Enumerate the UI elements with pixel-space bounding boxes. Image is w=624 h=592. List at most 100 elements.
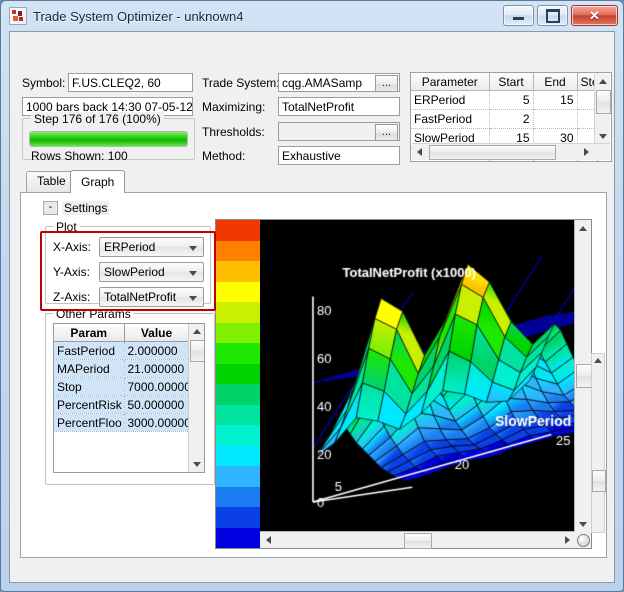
cell-param[interactable]: PercentFloo — [54, 414, 124, 432]
thresholds-label: Thresholds: — [202, 125, 265, 139]
chevron-up-icon — [193, 329, 201, 334]
chart-canvas-wrap[interactable] — [260, 220, 591, 548]
other-params-vscrollbar[interactable] — [188, 324, 204, 472]
maximizing-input[interactable]: TotalNetProfit — [278, 97, 400, 116]
graph-scroll-down-button[interactable] — [575, 516, 591, 532]
legend-band-4 — [216, 302, 260, 323]
param-scroll-up-button[interactable] — [595, 74, 610, 89]
legend-band-0 — [216, 220, 260, 241]
symbol-label: Symbol: — [22, 76, 65, 90]
surface-plot-canvas[interactable] — [260, 220, 591, 548]
cell-param[interactable]: FastPeriod — [54, 342, 124, 360]
cell-start[interactable]: 2 — [489, 110, 533, 129]
cell-param[interactable]: Stop — [54, 378, 124, 396]
parameter-grid-hscrollbar[interactable] — [412, 143, 610, 160]
other-params-table-wrap[interactable]: Param Value FastPeriod 2.000000 MAPeriod — [53, 323, 205, 473]
param-scroll-left-button[interactable] — [412, 144, 427, 160]
x-axis-select[interactable]: ERPeriod — [99, 237, 204, 257]
method-input[interactable]: Exhaustive — [278, 146, 400, 165]
panel-vscrollbar[interactable] — [591, 353, 605, 533]
cell-value[interactable]: 50.000000 — [124, 396, 189, 414]
y-axis-select[interactable]: SlowPeriod — [99, 262, 204, 282]
plot-group: Plot X-Axis: ERPeriod Y-Axis: SlowPeriod — [45, 226, 211, 304]
param-scroll-right-button[interactable] — [579, 144, 594, 160]
other-scroll-down-button[interactable] — [189, 457, 204, 472]
cell-value[interactable]: 7000.00000 — [124, 378, 189, 396]
other-vscroll-thumb[interactable] — [190, 340, 205, 362]
x-axis-value: ERPeriod — [104, 240, 155, 254]
table-row: FastPeriod 2.000000 — [54, 342, 189, 360]
progress-bar — [29, 131, 188, 147]
chevron-down-icon — [599, 134, 607, 139]
tab-graph[interactable]: Graph — [70, 170, 125, 193]
settings-label: Settings — [62, 201, 109, 215]
symbol-input[interactable]: F.US.CLEQ2, 60 — [68, 73, 193, 92]
cell-value[interactable]: 3000.00000 — [124, 414, 189, 432]
trade-system-browse-button[interactable]: ... — [375, 75, 398, 92]
col-start[interactable]: Start — [489, 73, 533, 91]
param-vscroll-thumb[interactable] — [596, 90, 611, 114]
cell-start[interactable]: 5 — [489, 91, 533, 110]
progress-group: Step 176 of 176 (100%) Rows Shown: 100 — [22, 118, 195, 160]
cell-parameter[interactable]: FastPeriod — [411, 110, 489, 129]
y-axis-label: Y-Axis: — [53, 265, 99, 279]
trade-system-label: Trade System: — [202, 76, 280, 90]
z-axis-select[interactable]: TotalNetProfit — [99, 287, 204, 307]
chart-options-icon[interactable] — [577, 534, 590, 547]
settings-collapse-toggle[interactable]: - — [43, 201, 58, 215]
minimize-button[interactable] — [503, 5, 534, 26]
graph-scroll-left-button[interactable] — [260, 532, 276, 548]
thresholds-browse-button[interactable]: ... — [375, 124, 398, 141]
graph-hscrollbar[interactable] — [260, 531, 575, 548]
other-params-table: Param Value FastPeriod 2.000000 MAPeriod — [54, 324, 190, 432]
cell-end[interactable] — [533, 110, 577, 129]
other-params-header-row: Param Value — [54, 324, 189, 342]
graph-tab-panel: - Settings Plot X-Axis: ERPeriod Y-Axis:… — [20, 192, 607, 558]
legend-band-12 — [216, 466, 260, 487]
legend-band-10 — [216, 425, 260, 446]
graph-hscroll-thumb[interactable] — [404, 533, 432, 549]
chevron-left-icon — [417, 148, 422, 156]
legend-band-14 — [216, 507, 260, 528]
cell-parameter[interactable]: ERPeriod — [411, 91, 489, 110]
graph-vscroll-thumb[interactable] — [576, 364, 592, 388]
thresholds-input[interactable]: ... — [278, 122, 400, 141]
legend-band-15 — [216, 528, 260, 549]
legend-band-5 — [216, 323, 260, 344]
legend-band-6 — [216, 343, 260, 364]
chevron-left-icon — [266, 536, 271, 544]
z-axis-row: Z-Axis: TotalNetProfit — [53, 287, 204, 307]
cell-param[interactable]: PercentRisk — [54, 396, 124, 414]
x-axis-row: X-Axis: ERPeriod — [53, 237, 204, 257]
close-button[interactable]: ✕ — [571, 5, 618, 26]
graph-vscrollbar[interactable] — [574, 220, 591, 532]
maximize-button[interactable] — [537, 5, 568, 26]
legend-band-7 — [216, 364, 260, 385]
parameter-table-header-row: Parameter Start End Ste — [411, 73, 597, 91]
graph-scroll-up-button[interactable] — [575, 220, 591, 236]
col-param: Param — [54, 324, 124, 342]
cell-end[interactable]: 15 — [533, 91, 577, 110]
panel-scroll-up-button[interactable] — [592, 354, 604, 367]
client-area: Symbol: F.US.CLEQ2, 60 1000 bars back 14… — [9, 31, 615, 583]
cell-param[interactable]: MAPeriod — [54, 360, 124, 378]
cell-value[interactable]: 2.000000 — [124, 342, 189, 360]
param-hscroll-thumb[interactable] — [429, 145, 556, 160]
cell-value[interactable]: 21.000000 — [124, 360, 189, 378]
y-axis-row: Y-Axis: SlowPeriod — [53, 262, 204, 282]
col-parameter[interactable]: Parameter — [411, 73, 489, 91]
parameter-grid[interactable]: Parameter Start End Ste ERPeriod 5 15 — [410, 72, 612, 162]
other-scroll-up-button[interactable] — [189, 324, 204, 339]
parameter-grid-vscrollbar[interactable] — [594, 74, 610, 144]
table-row: MAPeriod 21.000000 — [54, 360, 189, 378]
table-row: FastPeriod 2 — [411, 110, 597, 129]
col-end[interactable]: End — [533, 73, 577, 91]
application-window: Trade System Optimizer - unknown4 ✕ Symb… — [0, 0, 624, 592]
trade-system-input[interactable]: cqg.AMASamp ... — [278, 73, 400, 92]
param-scroll-down-button[interactable] — [595, 129, 610, 144]
chevron-down-icon — [189, 296, 197, 301]
chevron-down-icon — [189, 271, 197, 276]
graph-scroll-right-button[interactable] — [559, 532, 575, 548]
panel-vscroll-thumb[interactable] — [592, 470, 606, 492]
graph-resize-corner[interactable] — [575, 532, 591, 548]
